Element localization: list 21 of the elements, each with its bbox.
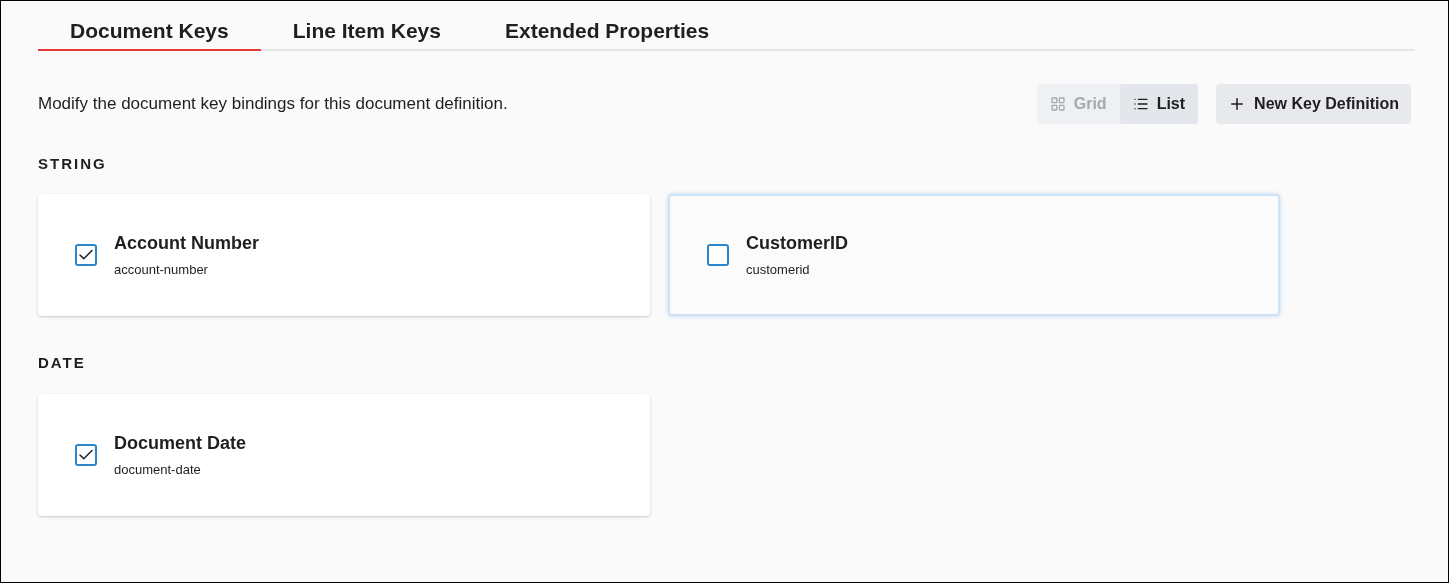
key-card[interactable]: CustomerID customerid <box>668 194 1280 316</box>
new-key-button[interactable]: New Key Definition <box>1216 83 1411 124</box>
checkbox[interactable] <box>75 443 97 466</box>
key-slug: document-date <box>114 460 202 479</box>
checkbox[interactable] <box>707 244 729 266</box>
tab[interactable]: Document Keys <box>38 15 261 51</box>
tab[interactable]: Line Item Keys <box>260 15 473 51</box>
key-card[interactable]: Account Number account-number <box>38 194 650 316</box>
section-heading: STRING <box>38 153 108 174</box>
checkbox[interactable] <box>75 244 97 266</box>
description: Modify the document key bindings for this document definition. <box>38 92 509 115</box>
key-name: CustomerID <box>746 232 848 256</box>
tab[interactable]: Extended Properties <box>472 15 742 51</box>
grid-icon <box>1049 95 1066 112</box>
section-heading: DATE <box>38 353 87 373</box>
view-toggle-option[interactable]: List <box>1119 83 1199 124</box>
key-slug: account-number <box>114 261 209 280</box>
key-name: Account Number <box>114 232 259 256</box>
key-card[interactable]: Document Date document-date <box>38 393 650 516</box>
key-name: Document Date <box>114 431 247 455</box>
key-slug: customerid <box>746 261 811 280</box>
